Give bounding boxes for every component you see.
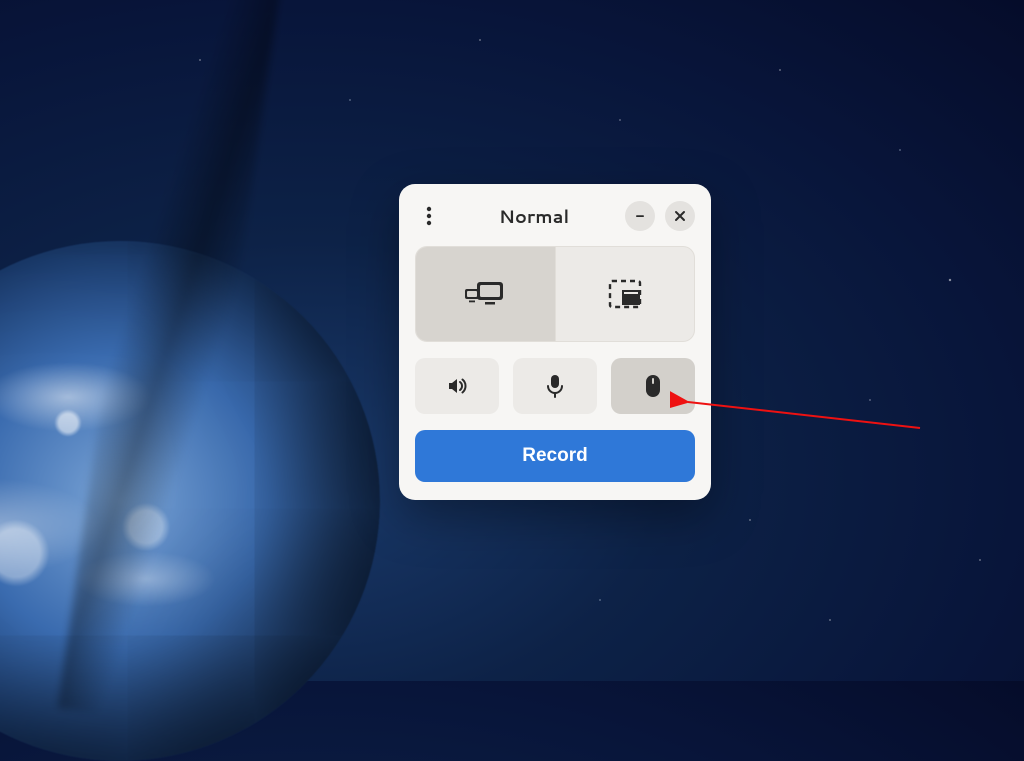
window-controls: [625, 201, 695, 231]
close-button[interactable]: [665, 201, 695, 231]
menu-kebab-icon: [426, 206, 432, 226]
speaker-toggle[interactable]: [415, 358, 499, 414]
menu-button[interactable]: [415, 202, 443, 230]
display-icon: [463, 278, 507, 310]
window-title: Normal: [443, 203, 625, 229]
record-button[interactable]: Record: [415, 430, 695, 482]
recorder-window: Normal: [399, 184, 711, 500]
mouse-icon: [645, 374, 661, 398]
mouse-toggle[interactable]: [611, 358, 695, 414]
close-icon: [674, 210, 686, 222]
capture-mode-group: [415, 246, 695, 342]
titlebar: Normal: [415, 198, 695, 234]
capture-mode-screen[interactable]: [416, 247, 555, 341]
microphone-toggle[interactable]: [513, 358, 597, 414]
minimize-button[interactable]: [625, 201, 655, 231]
capture-mode-selection[interactable]: [555, 247, 695, 341]
minimize-icon: [634, 210, 646, 222]
speaker-icon: [446, 375, 468, 397]
toggle-row: [415, 358, 695, 414]
microphone-icon: [546, 374, 564, 398]
selection-icon: [608, 279, 642, 309]
